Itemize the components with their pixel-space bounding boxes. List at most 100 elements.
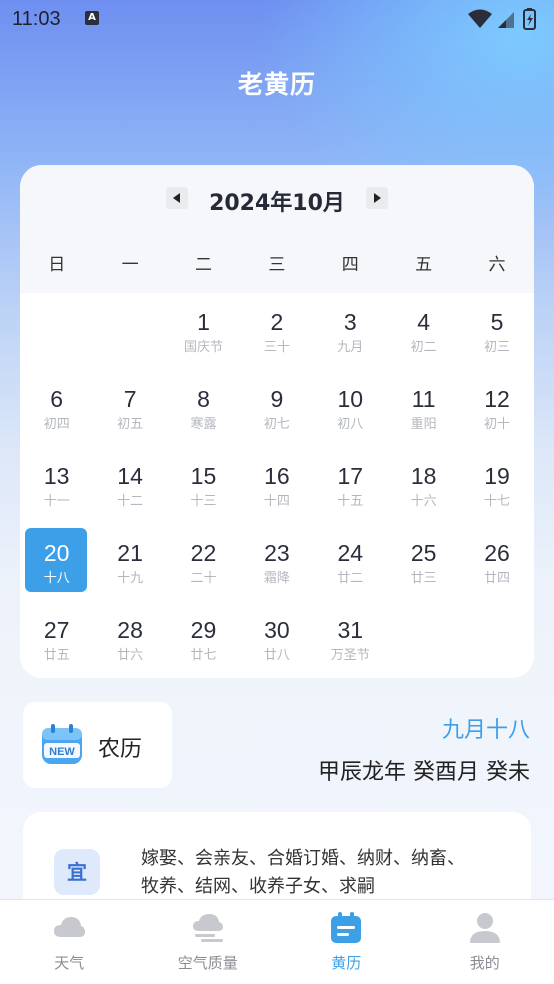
day-number: 27 [43,617,70,643]
next-month-button[interactable] [366,187,388,209]
day-lunar-label: 霜降 [263,571,290,586]
weekday-label: 四 [341,255,359,275]
calendar-day[interactable]: 29 廿七 [167,601,240,678]
day-lunar-label: 重阳 [410,417,437,432]
day-lunar-label: 初十 [484,417,511,432]
day-lunar-label: 初四 [43,417,70,432]
calendar-day[interactable]: 18 十六 [387,447,460,524]
calendar-day[interactable]: 3 九月 [314,293,387,370]
calendar-day-empty [20,293,93,370]
calendar-day[interactable]: 5 初三 [460,293,533,370]
bottom-nav: 天气 空气质量 黄历 我的 [0,899,554,984]
calendar-day[interactable]: 4 初二 [387,293,460,370]
calendar-day[interactable]: 2 三十 [240,293,313,370]
lunar-badge[interactable]: NEW 农历 [23,702,172,788]
nav-item-air-quality[interactable]: 空气质量 [139,900,278,984]
day-number: 31 [337,617,364,643]
nav-label: 我的 [469,954,500,972]
calendar-day[interactable]: 8 寒露 [167,370,240,447]
day-lunar-label: 二十 [190,571,217,586]
day-lunar-label: 十七 [484,494,511,509]
day-number: 1 [197,309,210,335]
day-lunar-label: 廿七 [190,648,217,663]
day-number: 21 [117,540,143,566]
day-number: 7 [123,386,137,412]
lunar-date: 九月十八 [441,718,530,743]
day-lunar-label: 十九 [117,571,144,586]
status-time: 11:03 [12,8,61,30]
nav-label: 天气 [54,954,85,972]
new-calendar-icon: NEW [42,724,82,764]
calendar-day[interactable]: 22 二十 [167,524,240,601]
calendar-day[interactable]: 1 国庆节 [167,293,240,370]
day-lunar-label: 初八 [337,417,364,432]
calendar-day[interactable]: 11 重阳 [387,370,460,447]
day-lunar-label: 十五 [337,494,364,509]
weekday-label: 一 [121,255,139,275]
calendar-day[interactable]: 23 霜降 [240,524,313,601]
day-number: 10 [337,386,364,412]
calendar-card: 2024年10月 日 一 二 三 四 五 六 1 国庆节 2 三十 3 九月 4 初二 5 初三 6… [20,165,534,678]
day-lunar-label: 万圣节 [330,648,370,663]
calendar-day[interactable]: 7 初五 [93,370,166,447]
day-lunar-label: 初二 [410,340,437,355]
calendar-day[interactable]: 15 十三 [167,447,240,524]
calendar-day[interactable]: 16 十四 [240,447,313,524]
day-lunar-label: 廿四 [484,571,511,586]
new-icon-text: NEW [49,746,75,758]
day-number: 29 [190,617,217,643]
day-number: 17 [337,463,364,489]
cloud-icon [54,917,86,937]
nav-item-almanac[interactable]: 黄历 [277,900,416,984]
calendar-day[interactable]: 26 廿四 [460,524,533,601]
calendar-day[interactable]: 19 十七 [460,447,533,524]
day-lunar-label: 九月 [337,340,364,355]
day-lunar-label: 十三 [190,494,217,509]
calendar-day[interactable]: 12 初十 [460,370,533,447]
day-number: 13 [43,463,70,489]
calendar-icon [331,912,362,943]
lunar-badge-label: 农历 [98,737,143,762]
day-lunar-label: 十八 [43,571,70,586]
calendar-day[interactable]: 25 廿三 [387,524,460,601]
calendar-day[interactable]: 21 十九 [93,524,166,601]
day-lunar-label: 三十 [263,340,290,355]
calendar-day[interactable]: 17 十五 [314,447,387,524]
calendar-day[interactable]: 24 廿二 [314,524,387,601]
calendar-day[interactable]: 20 十八 [20,524,93,601]
day-lunar-label: 廿五 [43,648,70,663]
day-number: 18 [410,463,437,489]
day-number: 20 [43,540,70,566]
calendar-day[interactable]: 14 十二 [93,447,166,524]
calendar-day[interactable]: 27 廿五 [20,601,93,678]
weekday-label: 日 [48,255,66,275]
calendar-day[interactable]: 31 万圣节 [314,601,387,678]
day-lunar-label: 廿六 [117,648,144,663]
calendar-day[interactable]: 9 初七 [240,370,313,447]
air-quality-icon [192,914,223,942]
calendar-day[interactable]: 6 初四 [20,370,93,447]
month-label: 2024年10月 [209,191,345,216]
nav-item-profile[interactable]: 我的 [416,900,554,984]
day-number: 2 [270,309,284,335]
calendar-day[interactable]: 28 廿六 [93,601,166,678]
calendar-day[interactable]: 10 初八 [314,370,387,447]
profile-icon [469,913,500,943]
yi-text: 嫁娶、会亲友、合婚订婚、纳财、纳畜、牧养、结网、收养子女、求嗣 [141,848,465,897]
day-number: 25 [410,540,437,566]
day-number: 11 [411,386,436,412]
calendar-day[interactable]: 30 廿八 [240,601,313,678]
day-number: 24 [337,540,364,566]
day-lunar-label: 寒露 [190,417,217,432]
day-number: 6 [50,386,64,412]
day-lunar-label: 十二 [117,494,144,509]
calendar-day[interactable]: 13 十一 [20,447,93,524]
nav-item-weather[interactable]: 天气 [0,900,139,984]
calendar-header: 2024年10月 日 一 二 三 四 五 六 [20,165,534,293]
ganzhi-text: 甲辰龙年 癸酉月 癸未 [318,760,530,785]
day-number: 22 [190,540,217,566]
month-selector: 2024年10月 [20,185,534,216]
day-lunar-label: 廿二 [337,571,364,586]
day-lunar-label: 十四 [263,494,290,509]
weekday-label: 二 [194,255,212,275]
